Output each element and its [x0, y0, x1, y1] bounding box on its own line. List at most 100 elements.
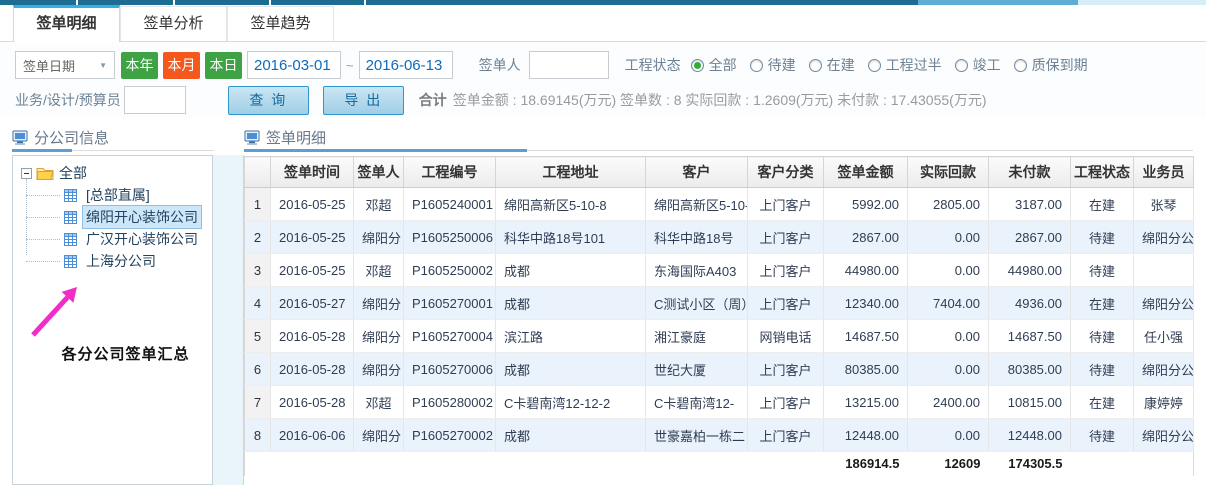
col-project-no[interactable]: 工程编号: [404, 157, 496, 188]
cell-salesperson: 绵阳分公: [1134, 221, 1194, 254]
tree-item-company[interactable]: 上海分公司: [26, 250, 212, 272]
date-from-input[interactable]: [247, 51, 341, 79]
status-label: 工程状态: [625, 55, 681, 75]
table-row[interactable]: 7 2016-05-28 邓超 P1605280002 C卡碧南湾12-12-2…: [245, 386, 1194, 419]
tree-item-company[interactable]: [总部直属]: [26, 184, 212, 206]
export-button[interactable]: 导 出: [323, 86, 404, 115]
cell-customer: 湘江豪庭: [646, 320, 748, 353]
staff-label: 业务/设计/预算员: [15, 90, 121, 110]
cell-signed-amount: 12448.00: [824, 419, 908, 452]
col-customer[interactable]: 客户: [646, 157, 748, 188]
status-radio-option[interactable]: 竣工: [955, 55, 1001, 75]
tree-root-row: 全部: [21, 162, 212, 184]
tab-sign-detail[interactable]: 签单明细: [13, 5, 120, 42]
cell-customer-type: 上门客户: [748, 419, 824, 452]
date-to-input[interactable]: [359, 51, 453, 79]
table-row[interactable]: 1 2016-05-25 邓超 P1605240001 绵阳高新区5-10-8 …: [245, 188, 1194, 221]
col-unpaid[interactable]: 未付款: [989, 157, 1071, 188]
tree-item-company[interactable]: 绵阳开心装饰公司: [26, 206, 212, 228]
tree-item-label: 上海分公司: [82, 249, 160, 273]
table-row[interactable]: 5 2016-05-28 绵阳分 P1605270004 滨江路 湘江豪庭 网销…: [245, 320, 1194, 353]
col-project-status[interactable]: 工程状态: [1071, 157, 1134, 188]
folder-open-icon: [36, 166, 54, 180]
cell-unpaid: 44980.00: [989, 254, 1071, 287]
tree-item-label: 广汉开心装饰公司: [82, 227, 202, 251]
cell-project-no: P1605250002: [404, 254, 496, 287]
table-row[interactable]: 4 2016-05-27 绵阳分 P1605270001 成都 C测试小区（周）…: [245, 287, 1194, 320]
table-header-row: 签单时间 签单人 工程编号 工程地址 客户 客户分类 签单金额 实际回款 未付款…: [245, 157, 1194, 188]
date-type-select[interactable]: 签单日期 ▼: [15, 51, 115, 79]
this-month-button[interactable]: 本月: [163, 52, 200, 79]
col-received[interactable]: 实际回款: [908, 157, 989, 188]
cell-project-address: 成都: [496, 353, 646, 386]
table-row[interactable]: 6 2016-05-28 绵阳分 P1605270006 成都 世纪大厦 上门客…: [245, 353, 1194, 386]
status-radio-option[interactable]: 待建: [750, 55, 796, 75]
status-radio-option[interactable]: 工程过半: [868, 55, 942, 75]
range-separator: ~: [346, 58, 354, 73]
cell-customer-type: 上门客户: [748, 386, 824, 419]
radio-icon: [955, 59, 968, 72]
cell-received: 0.00: [908, 419, 989, 452]
app-window: 签单明细 签单分析 签单趋势 签单日期 ▼ 本年 本月 本日 ~ 签单人 工程状…: [0, 0, 1206, 485]
tree-item-company[interactable]: 广汉开心装饰公司: [26, 228, 212, 250]
cell-salesperson: 张琴: [1134, 188, 1194, 221]
cell-salesperson: 绵阳分公: [1134, 287, 1194, 320]
table-row[interactable]: 2 2016-05-25 绵阳分 P1605250006 科华中路18号101 …: [245, 221, 1194, 254]
cell-signer: 邓超: [354, 254, 404, 287]
col-sign-date[interactable]: 签单时间: [271, 157, 354, 188]
col-project-address[interactable]: 工程地址: [496, 157, 646, 188]
tab-sign-trend[interactable]: 签单趋势: [227, 6, 334, 41]
cell-project-status: 在建: [1071, 287, 1134, 320]
cell-signed-amount: 2867.00: [824, 221, 908, 254]
cell-project-no: P1605270002: [404, 419, 496, 452]
signer-input[interactable]: [529, 51, 609, 79]
cell-signer: 绵阳分: [354, 353, 404, 386]
query-button[interactable]: 查 询: [228, 86, 309, 115]
filter-row-2: 业务/设计/预算员 查 询 导 出 合计 签单金额 : 18.69145(万元)…: [15, 86, 1200, 114]
cell-signed-amount: 14687.50: [824, 320, 908, 353]
total-signed-amount: 186914.5: [824, 452, 908, 476]
chevron-down-icon: ▼: [99, 61, 107, 70]
col-customer-type[interactable]: 客户分类: [748, 157, 824, 188]
tree-item-label: 绵阳开心装饰公司: [82, 205, 202, 229]
tree-root-all[interactable]: 全部: [59, 163, 87, 183]
cell-salesperson: 康婷婷: [1134, 386, 1194, 419]
tab-sign-analysis[interactable]: 签单分析: [120, 6, 227, 41]
table-icon: [64, 189, 77, 202]
status-radio-option[interactable]: 全部: [691, 55, 737, 75]
col-salesperson[interactable]: 业务员: [1134, 157, 1194, 188]
col-signer[interactable]: 签单人: [354, 157, 404, 188]
cell-signed-amount: 12340.00: [824, 287, 908, 320]
status-radio-option[interactable]: 质保到期: [1014, 55, 1088, 75]
cell-project-status: 待建: [1071, 419, 1134, 452]
status-radio-option[interactable]: 在建: [809, 55, 855, 75]
table-row[interactable]: 8 2016-06-06 绵阳分 P1605270002 成都 世豪嘉柏一栋二 …: [245, 419, 1194, 452]
cell-rownum: 8: [245, 419, 271, 452]
total-received: 12609: [908, 452, 989, 476]
cell-unpaid: 10815.00: [989, 386, 1071, 419]
cell-salesperson: 绵阳分公: [1134, 419, 1194, 452]
cell-signed-amount: 5992.00: [824, 188, 908, 221]
cell-sign-date: 2016-05-25: [271, 254, 354, 287]
cell-project-status: 在建: [1071, 386, 1134, 419]
total-unpaid: 174305.5: [989, 452, 1071, 476]
cell-project-status: 待建: [1071, 353, 1134, 386]
cell-signer: 绵阳分: [354, 320, 404, 353]
cell-signed-amount: 13215.00: [824, 386, 908, 419]
table-icon: [64, 255, 77, 268]
table-row[interactable]: 3 2016-05-25 邓超 P1605250002 成都 东海国际A403 …: [245, 254, 1194, 287]
this-year-button[interactable]: 本年: [121, 52, 158, 79]
col-signed-amount[interactable]: 签单金额: [824, 157, 908, 188]
cell-rownum: 7: [245, 386, 271, 419]
totals-row: 186914.5 12609 174305.5: [245, 452, 1194, 476]
monitor-icon: [12, 130, 28, 145]
annotation-text: 各分公司签单汇总: [37, 343, 213, 364]
table-icon: [64, 211, 77, 224]
this-day-button[interactable]: 本日: [205, 52, 242, 79]
tree-collapse-toggle[interactable]: [21, 168, 32, 179]
radio-dot: [694, 62, 701, 69]
staff-input[interactable]: [124, 86, 186, 114]
cell-received: 0.00: [908, 254, 989, 287]
cell-received: 0.00: [908, 353, 989, 386]
status-radio-label: 工程过半: [886, 55, 942, 75]
